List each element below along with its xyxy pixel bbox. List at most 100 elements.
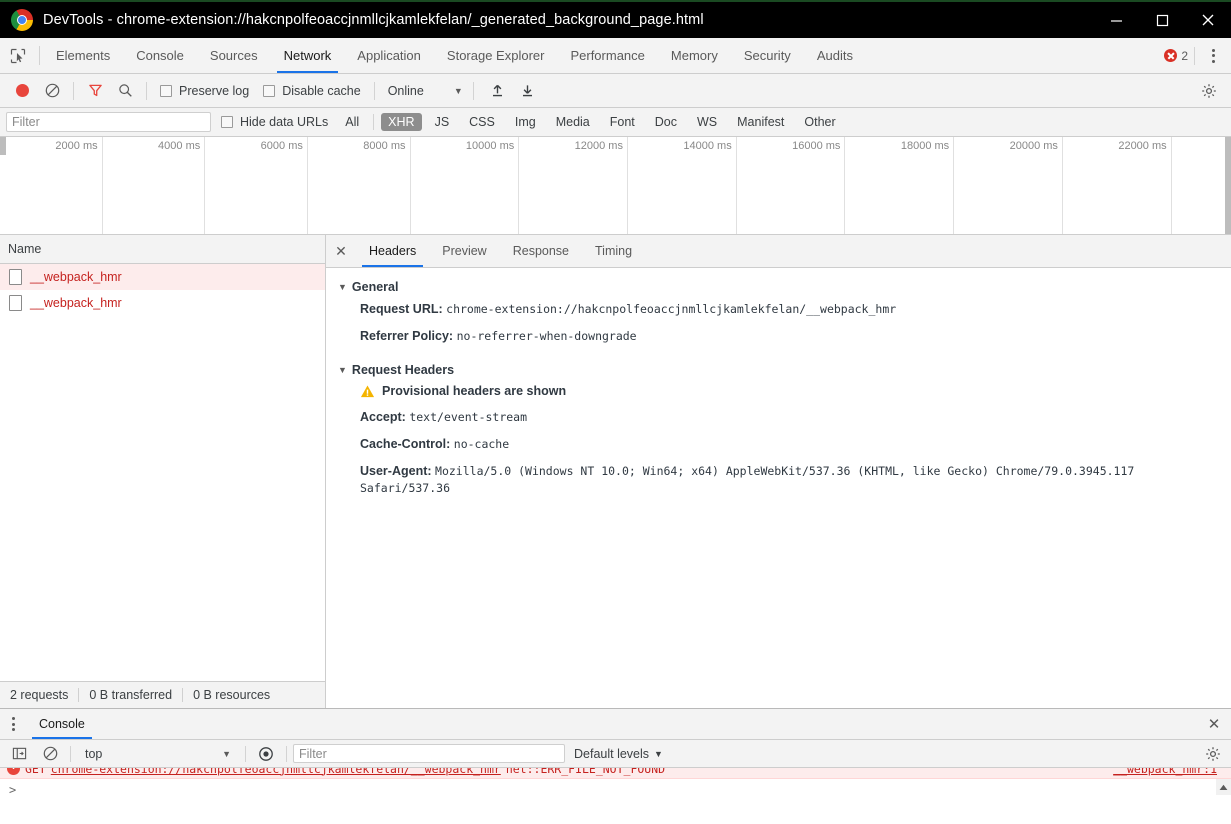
network-filter-input[interactable] xyxy=(6,112,211,132)
throttling-value: Online xyxy=(387,83,424,98)
timeline-ruler: 2000 ms 4000 ms 6000 ms 8000 ms 10000 ms… xyxy=(0,137,1231,234)
header-key: Request URL: xyxy=(360,302,443,316)
network-status-bar: 2 requests 0 B transferred 0 B resources xyxy=(0,681,325,708)
console-context-select[interactable]: top ▼ xyxy=(77,747,239,761)
divider xyxy=(245,745,246,762)
hide-data-urls-checkbox[interactable]: Hide data URLs xyxy=(217,115,332,129)
inspect-element-icon[interactable] xyxy=(0,38,36,73)
tab-security[interactable]: Security xyxy=(731,38,804,73)
error-count-badge[interactable]: 2 xyxy=(1164,49,1188,63)
request-headers-section-header[interactable]: ▼ Request Headers xyxy=(338,363,1231,377)
tab-label: Console xyxy=(136,48,184,63)
more-options-icon[interactable] xyxy=(1201,48,1225,63)
checkbox-box xyxy=(263,84,276,97)
console-settings-button[interactable] xyxy=(1200,746,1226,762)
tab-memory[interactable]: Memory xyxy=(658,38,731,73)
live-expression-button[interactable] xyxy=(252,741,280,767)
filter-type-doc[interactable]: Doc xyxy=(648,113,684,131)
record-button[interactable] xyxy=(8,78,36,104)
maximize-button[interactable] xyxy=(1139,2,1185,38)
throttling-select[interactable]: Online ▼ xyxy=(382,84,463,98)
close-details-button[interactable]: ✕ xyxy=(326,235,356,267)
console-error-url[interactable]: chrome-extension://hakcnpolfeoaccjnmllcj… xyxy=(51,768,501,776)
timeline-tick: 14000 ms xyxy=(628,137,737,234)
gear-icon xyxy=(1202,83,1216,98)
tab-performance[interactable]: Performance xyxy=(557,38,657,73)
search-button[interactable] xyxy=(111,78,139,104)
filter-type-img[interactable]: Img xyxy=(508,113,543,131)
preserve-log-checkbox[interactable]: Preserve log xyxy=(154,84,255,98)
divider xyxy=(373,81,375,100)
network-filter-row: Hide data URLs All XHR JS CSS Img Media … xyxy=(0,108,1231,137)
general-section-header[interactable]: ▼ General xyxy=(338,280,1231,294)
console-sidebar-button[interactable] xyxy=(5,741,33,767)
clear-icon xyxy=(45,83,59,98)
console-error-code: net::ERR_FILE_NOT_FOUND xyxy=(505,768,666,776)
console-filter-input[interactable] xyxy=(293,744,565,763)
minimize-button[interactable] xyxy=(1093,2,1139,38)
timeline-tick: 4000 ms xyxy=(103,137,206,234)
header-value: no-referrer-when-downgrade xyxy=(456,329,637,343)
table-row[interactable]: __webpack_hmr xyxy=(0,290,325,316)
devtools-settings-button[interactable] xyxy=(1195,78,1223,104)
overview-left-handle[interactable] xyxy=(0,137,6,155)
drawer-close-button[interactable]: ✕ xyxy=(1197,709,1231,739)
upload-arrow-icon xyxy=(493,84,503,97)
header-row-request-url: Request URL: chrome-extension://hakcnpol… xyxy=(338,301,1231,328)
divider xyxy=(373,114,375,130)
filter-toggle-button[interactable] xyxy=(81,78,109,104)
drawer-tab-console[interactable]: Console xyxy=(26,709,98,739)
filter-type-xhr[interactable]: XHR xyxy=(381,113,422,131)
tab-audits[interactable]: Audits xyxy=(804,38,866,73)
clear-button[interactable] xyxy=(38,78,66,104)
request-details-pane: ✕ Headers Preview Response Timing ▼ Gene… xyxy=(326,235,1231,708)
filter-type-js[interactable]: JS xyxy=(428,113,457,131)
header-row-accept: Accept: text/event-stream xyxy=(338,409,1231,436)
disable-cache-checkbox[interactable]: Disable cache xyxy=(257,84,367,98)
drawer-more-options-icon[interactable] xyxy=(0,709,26,739)
timeline-tick: 2000 ms xyxy=(0,137,103,234)
export-har-button[interactable] xyxy=(514,78,542,104)
tab-console[interactable]: Console xyxy=(123,38,197,73)
filter-type-media[interactable]: Media xyxy=(549,113,597,131)
tab-application[interactable]: Application xyxy=(344,38,434,73)
filter-type-all[interactable]: All xyxy=(338,113,366,131)
tab-storage-explorer[interactable]: Storage Explorer xyxy=(434,38,558,73)
filter-type-other[interactable]: Other xyxy=(797,113,842,131)
filter-type-font[interactable]: Font xyxy=(603,113,642,131)
chrome-logo-icon xyxy=(11,9,33,31)
tab-headers[interactable]: Headers xyxy=(356,235,429,267)
timeline-tick: 18000 ms xyxy=(845,137,955,234)
divider xyxy=(286,745,287,762)
header-value: chrome-extension://hakcnpolfeoaccjnmllcj… xyxy=(446,302,897,316)
tab-network[interactable]: Network xyxy=(271,38,345,73)
divider xyxy=(70,745,71,762)
console-prompt[interactable]: > xyxy=(0,779,1231,801)
chevron-down-icon: ▼ xyxy=(654,748,663,759)
tab-preview[interactable]: Preview xyxy=(429,235,499,267)
tab-label: Storage Explorer xyxy=(446,48,545,63)
network-overview-timeline[interactable]: 2000 ms 4000 ms 6000 ms 8000 ms 10000 ms… xyxy=(0,137,1231,235)
close-button[interactable] xyxy=(1185,2,1231,38)
console-levels-select[interactable]: Default levels ▼ xyxy=(568,747,669,761)
filter-type-manifest[interactable]: Manifest xyxy=(730,113,791,131)
filter-type-css[interactable]: CSS xyxy=(462,113,502,131)
filter-type-ws[interactable]: WS xyxy=(690,113,724,131)
console-clear-button[interactable] xyxy=(36,741,64,767)
tab-timing[interactable]: Timing xyxy=(582,235,645,267)
tab-response[interactable]: Response xyxy=(500,235,582,267)
checkbox-box xyxy=(160,84,172,97)
table-row[interactable]: __webpack_hmr xyxy=(0,264,325,290)
tab-sources[interactable]: Sources xyxy=(197,38,271,73)
console-toolbar: top ▼ Default levels ▼ xyxy=(0,740,1231,768)
error-badge-icon xyxy=(7,768,20,775)
request-rows: __webpack_hmr __webpack_hmr xyxy=(0,264,325,681)
overview-right-handle[interactable] xyxy=(1225,137,1231,234)
import-har-button[interactable] xyxy=(484,78,512,104)
console-error-message[interactable]: GET chrome-extension://hakcnpolfeoaccjnm… xyxy=(0,768,1231,779)
main-tab-strip: Elements Console Sources Network Applica… xyxy=(0,38,1231,74)
request-name: __webpack_hmr xyxy=(30,296,122,310)
console-scroll-up-button[interactable] xyxy=(1216,779,1231,795)
tab-elements[interactable]: Elements xyxy=(43,38,123,73)
console-error-source-link[interactable]: __webpack_hmr:1 xyxy=(1113,768,1231,776)
